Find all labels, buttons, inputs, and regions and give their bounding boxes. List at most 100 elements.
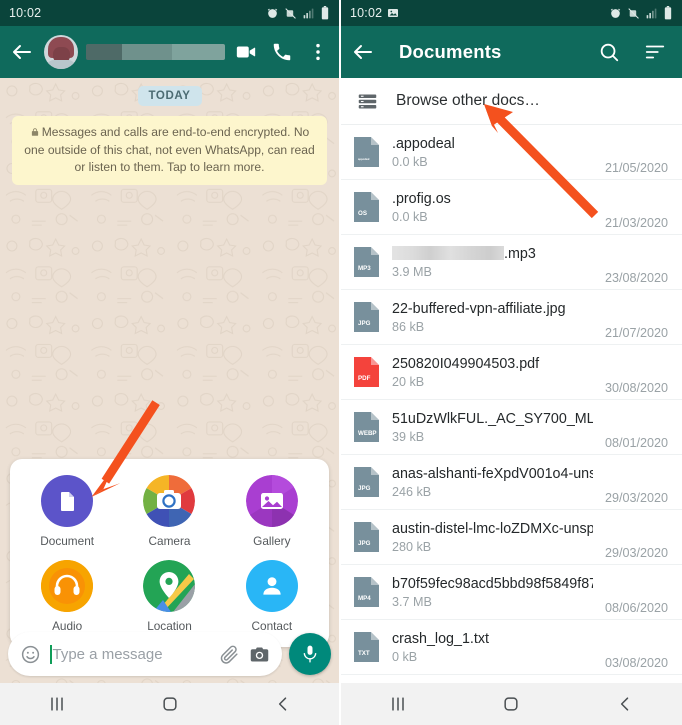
gallery-icon [245,475,298,527]
whatsapp-chat-screen: 10:02 TODAY Messages and calls are end-t… [0,0,341,725]
status-bar-clock: 10:02 [350,6,383,20]
status-bar-right: 10:02 [341,0,682,26]
file-name: .appodeal [392,135,455,152]
person-icon [263,577,281,595]
battery-icon [321,6,329,20]
camera-icon[interactable] [249,644,270,665]
signal-icon [646,8,657,18]
file-row[interactable]: WEBP 51uDzWlkFUL._AC_SY700_ML1_FMwe… 39 kB… [341,400,682,455]
location-icon-circle [143,560,196,612]
home-icon[interactable] [160,694,180,714]
svg-text:MP4: MP4 [358,595,371,602]
file-meta: .profig.os 0.0 kB [392,190,593,225]
file-name: anas-alshanti-feXpdV001o4-unsplash.j… [392,465,593,482]
alarm-icon [267,8,278,18]
file-meta: 51uDzWlkFUL._AC_SY700_ML1_FMwe… 39 kB [392,410,593,445]
file-type-icon: JPG [353,301,380,333]
attach-option-location[interactable]: Location [118,560,220,633]
file-row[interactable]: TXT crash_log_1.txt 0 kB 03/08/2020 [341,620,682,675]
file-name: austin-distel-lmc-loZDMXc-unsplash.jpg [392,520,593,537]
file-date: 23/08/2020 [604,271,668,285]
attach-option-camera[interactable]: Camera [118,475,220,548]
file-date: 29/03/2020 [604,491,668,505]
file-date: 21/03/2020 [604,216,668,230]
phone-call-icon[interactable] [271,41,293,63]
file-row[interactable]: PDF 250820I049904503.pdf 20 kB 30/08/2020 [341,345,682,400]
file-size: 86 kB [392,320,425,335]
message-input-pill[interactable]: Type a message [8,632,282,676]
screenshot-pair: 10:02 TODAY Messages and calls are end-t… [0,0,682,725]
file-row[interactable]: MP3 .mp3 3.9 MB 23/08/2020 [341,235,682,290]
file-row[interactable]: OS .profig.os 0.0 kB 21/03/2020 [341,180,682,235]
back-icon[interactable] [273,694,293,714]
back-icon[interactable] [615,694,635,714]
attach-label: Document [40,534,95,548]
attach-option-gallery[interactable]: Gallery [221,475,323,548]
sort-icon[interactable] [644,41,666,63]
file-size: 280 kB [392,540,432,555]
back-arrow-icon[interactable] [10,40,34,64]
svg-text:TXT: TXT [358,650,370,657]
attach-option-document[interactable]: Document [16,475,118,548]
file-size: 3.7 MB [392,595,432,610]
attach-option-audio[interactable]: Audio [16,560,118,633]
file-row[interactable]: JPG austin-distel-lmc-loZDMXc-unsplash.jp… [341,510,682,565]
browse-other-docs-label: Browse other docs… [396,92,540,109]
file-meta: .appodeal 0.0 kB [392,135,593,170]
attach-option-contact[interactable]: Contact [221,560,323,633]
file-meta: .mp3 3.9 MB [392,245,593,280]
microphone-icon [303,645,317,663]
svg-text:WEBP: WEBP [358,430,377,437]
recents-icon[interactable] [47,694,67,714]
overflow-menu-icon[interactable] [307,41,329,63]
recents-icon[interactable] [388,694,408,714]
file-row[interactable]: JPG 22-buffered-vpn-affiliate.jpg 86 kB 21/… [341,290,682,345]
file-date: 21/07/2020 [604,326,668,340]
back-arrow-icon[interactable] [351,40,375,64]
file-date: 29/03/2020 [604,546,668,560]
file-size: 0 kB [392,650,418,665]
gallery-icon-circle [245,475,298,527]
alarm-icon [610,8,621,18]
svg-text:MP3: MP3 [358,265,371,272]
avatar[interactable] [44,35,78,69]
browse-other-docs-row[interactable]: Browse other docs… [341,78,682,125]
file-date: 21/05/2020 [604,161,668,175]
chat-message-area: TODAY Messages and calls are end-to-end … [0,78,339,725]
battery-icon [664,6,672,20]
svg-text:PDF: PDF [358,375,371,382]
attach-label: Gallery [253,534,291,548]
search-icon[interactable] [598,41,620,63]
redacted-filename [392,245,504,260]
file-size: 246 kB [392,485,432,500]
attachment-sheet: Document Camera Gallery Audio Location C… [10,459,329,647]
headphones-icon [41,560,94,612]
file-type-icon: TXT [353,631,380,663]
home-icon[interactable] [501,694,521,714]
file-name: b70f59fec98acd5bbd98f5849f8720de.… [392,575,593,592]
lock-icon [31,128,38,136]
file-date: 08/06/2020 [604,601,668,615]
nav-bar-right [341,683,682,725]
encryption-notice[interactable]: Messages and calls are end-to-end encryp… [12,116,327,185]
page-title: Documents [399,41,502,62]
documents-picker-screen: 10:02 Documents Browse other docs… appod… [341,0,682,725]
emoji-icon[interactable] [20,644,41,665]
file-size: 3.9 MB [392,265,432,280]
file-name: .mp3 [392,245,593,264]
file-row[interactable]: MP4 b70f59fec98acd5bbd98f5849f8720de.… 3.7… [341,565,682,620]
location-pin-icon [143,560,196,612]
paperclip-icon[interactable] [219,644,240,665]
file-name: .profig.os [392,190,451,207]
file-row[interactable]: appodeal .appodeal 0.0 kB 21/05/2020 [341,125,682,180]
file-type-icon: MP4 [353,576,380,608]
contact-name-redacted[interactable] [86,44,225,60]
file-row[interactable]: JPG anas-alshanti-feXpdV001o4-unsplash.j…… [341,455,682,510]
encryption-notice-text: Messages and calls are end-to-end encryp… [24,125,315,175]
file-meta: anas-alshanti-feXpdV001o4-unsplash.j… 246… [392,465,593,500]
nav-bar-left [0,683,339,725]
signal-icon [303,8,314,18]
video-call-icon[interactable] [235,41,257,63]
file-date: 08/01/2020 [604,436,668,450]
voice-record-button[interactable] [289,633,331,675]
